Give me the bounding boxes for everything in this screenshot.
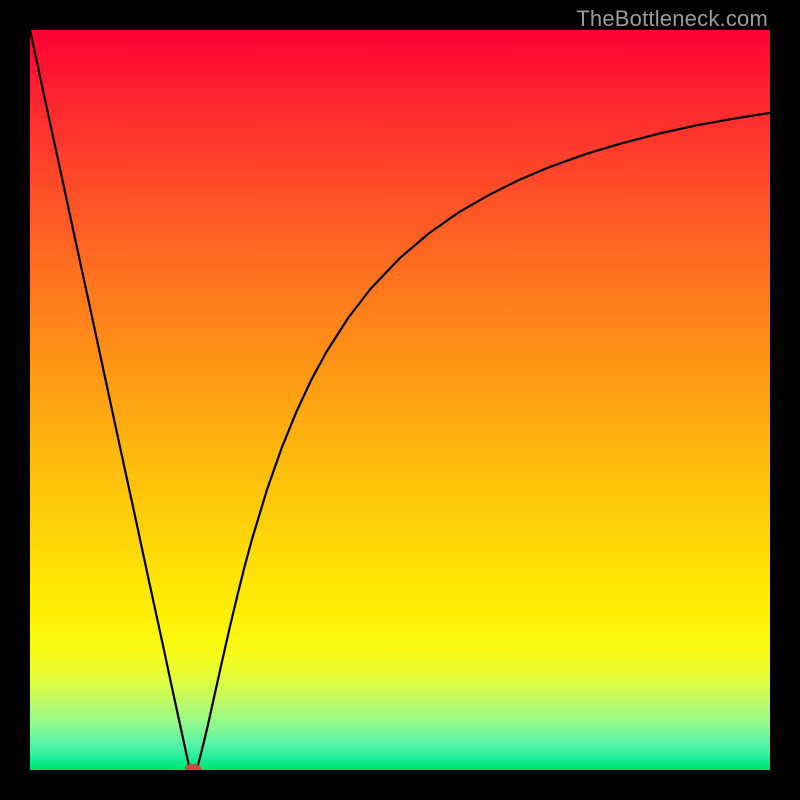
chart-frame: TheBottleneck.com	[0, 0, 800, 800]
attribution-label: TheBottleneck.com	[576, 6, 768, 32]
bottleneck-curve	[30, 30, 770, 770]
optimal-point-marker	[185, 764, 201, 770]
plot-area	[30, 30, 770, 770]
